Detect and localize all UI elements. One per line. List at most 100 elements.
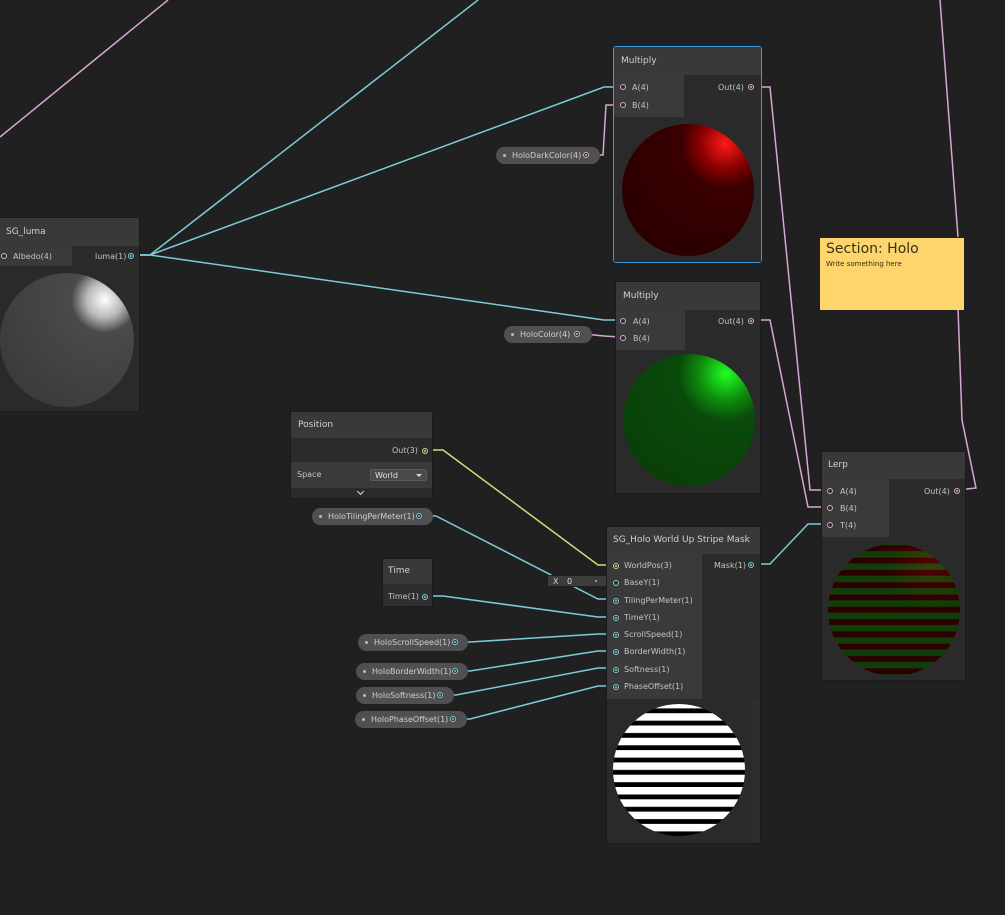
multiply-mid-title: Multiply: [616, 282, 760, 310]
port-borderwidth-in[interactable]: [613, 649, 619, 655]
port-out[interactable]: [954, 488, 960, 494]
property-out-port[interactable]: [583, 152, 589, 158]
green-sphere-preview: [623, 354, 755, 486]
wire-luma-to-multiply-mid-a: [135, 254, 619, 321]
multiply-top-node[interactable]: Multiply A(4) B(4) Out(4): [613, 46, 762, 263]
sticky-note-body[interactable]: Write something here: [826, 259, 902, 269]
wire-multiply-mid-to-lerp-b: [755, 319, 825, 508]
port-scrollspeed-label: ScrollSpeed(1): [624, 630, 683, 639]
time-node[interactable]: Time Time(1): [382, 558, 433, 607]
port-worldpos-in[interactable]: [613, 563, 619, 569]
port-a-label: A(4): [633, 317, 650, 326]
stripe-mask-outputs: [702, 554, 760, 699]
holo-border-width-property[interactable]: HoloBorderWidth(1): [356, 663, 468, 680]
sg-luma-node[interactable]: SG_luma Albedo(4) luma(1): [0, 217, 140, 412]
property-indicator-icon: [511, 333, 514, 336]
multiply-mid-inputs: [616, 310, 685, 350]
property-out-port[interactable]: [452, 639, 458, 645]
port-softness-in[interactable]: [613, 667, 619, 673]
time-title: Time: [383, 559, 432, 584]
port-out-label: Out(4): [924, 487, 950, 496]
port-t-in[interactable]: [827, 522, 833, 528]
property-label: HoloDarkColor(4): [512, 151, 582, 160]
property-indicator-icon: [362, 718, 365, 721]
holo-color-property[interactable]: HoloColor(4): [504, 326, 592, 343]
port-out[interactable]: [422, 448, 428, 454]
holo-dark-color-property[interactable]: HoloDarkColor(4): [496, 147, 600, 164]
property-out-port[interactable]: [574, 331, 580, 337]
port-luma-label: luma(1): [95, 252, 127, 261]
property-indicator-icon: [365, 641, 368, 644]
port-a-in[interactable]: [620, 318, 626, 324]
port-albedo-in[interactable]: [1, 253, 7, 259]
port-a-label: A(4): [632, 83, 649, 92]
expand-toggle[interactable]: [291, 487, 432, 498]
property-indicator-icon: [503, 154, 506, 157]
property-out-port[interactable]: [452, 668, 458, 674]
chevron-down-icon: [356, 487, 365, 496]
stripe-mask-preview: [607, 699, 752, 843]
port-a-label: A(4): [840, 487, 857, 496]
red-sphere-preview: [622, 124, 754, 256]
basey-inline-field[interactable]: X 0: [547, 575, 607, 587]
wire-multiply-top-to-lerp-a: [755, 86, 825, 491]
basey-value[interactable]: 0: [567, 576, 572, 588]
space-dropdown[interactable]: World: [370, 469, 427, 481]
port-tiling-in[interactable]: [613, 598, 619, 604]
wire-mask-to-lerp-t: [755, 523, 825, 565]
port-out-label: Out(4): [718, 83, 744, 92]
holo-phase-offset-property[interactable]: HoloPhaseOffset(1): [355, 711, 467, 728]
position-title: Position: [291, 412, 432, 438]
wire-luma-to-multiply-top-a: [135, 86, 619, 256]
position-node[interactable]: Position Out(3) Space World: [290, 411, 433, 499]
port-timey-in[interactable]: [613, 615, 619, 621]
luma-sphere-preview: [0, 273, 134, 407]
property-out-port[interactable]: [437, 692, 443, 698]
property-label: HoloScrollSpeed(1): [374, 638, 451, 647]
lerp-sphere-preview: [828, 544, 960, 676]
basey-axis-label: X: [553, 577, 559, 586]
port-worldpos-label: WorldPos(3): [624, 561, 672, 570]
holo-scroll-speed-property[interactable]: HoloScrollSpeed(1): [358, 634, 468, 651]
port-b-in[interactable]: [827, 505, 833, 511]
property-label: HoloTilingPerMeter(1): [328, 512, 415, 521]
property-indicator-icon: [319, 515, 322, 518]
holo-softness-property[interactable]: HoloSoftness(1): [356, 687, 454, 704]
multiply-mid-node[interactable]: Multiply A(4) B(4) Out(4): [615, 281, 761, 494]
stripe-sphere-preview: [613, 704, 745, 836]
wire-borderwidth-to-stripe: [458, 650, 614, 672]
space-label: Space: [297, 470, 322, 479]
sg-luma-preview: [0, 266, 139, 411]
sticky-note[interactable]: Section: Holo Write something here: [820, 238, 964, 310]
wire-luma-offscreen: [135, 0, 479, 256]
port-basey-in[interactable]: [613, 580, 619, 586]
property-out-port[interactable]: [450, 716, 456, 722]
holo-tiling-property[interactable]: HoloTilingPerMeter(1): [312, 508, 433, 525]
port-a-in[interactable]: [620, 84, 626, 90]
space-dropdown-value: World: [375, 471, 398, 480]
sticky-note-title[interactable]: Section: Holo: [826, 240, 919, 258]
port-phaseoffset-label: PhaseOffset(1): [624, 682, 684, 691]
property-label: HoloColor(4): [520, 330, 571, 339]
port-mask-label: Mask(1): [714, 561, 746, 570]
port-b-in[interactable]: [620, 102, 626, 108]
port-out[interactable]: [748, 318, 754, 324]
lerp-node[interactable]: Lerp A(4) B(4) T(4) Out(4): [821, 451, 966, 681]
port-out-label: Out(4): [718, 317, 744, 326]
port-a-in[interactable]: [827, 488, 833, 494]
port-tiling-label: TilingPerMeter(1): [624, 596, 693, 605]
property-out-port[interactable]: [416, 513, 422, 519]
port-b-in[interactable]: [620, 335, 626, 341]
property-indicator-icon: [363, 670, 366, 673]
port-time-out[interactable]: [422, 594, 428, 600]
port-mask-out[interactable]: [748, 562, 754, 568]
port-phaseoffset-in[interactable]: [613, 684, 619, 690]
port-luma-out[interactable]: [128, 253, 134, 259]
port-out[interactable]: [748, 84, 754, 90]
multiply-top-preview: [614, 117, 761, 262]
port-albedo-label: Albedo(4): [13, 252, 52, 261]
sg-luma-title: SG_luma: [0, 218, 139, 246]
port-scrollspeed-in[interactable]: [613, 632, 619, 638]
lerp-preview: [822, 537, 965, 680]
stripe-mask-node[interactable]: SG_Holo World Up Stripe Mask WorldPos(3)…: [606, 526, 761, 844]
